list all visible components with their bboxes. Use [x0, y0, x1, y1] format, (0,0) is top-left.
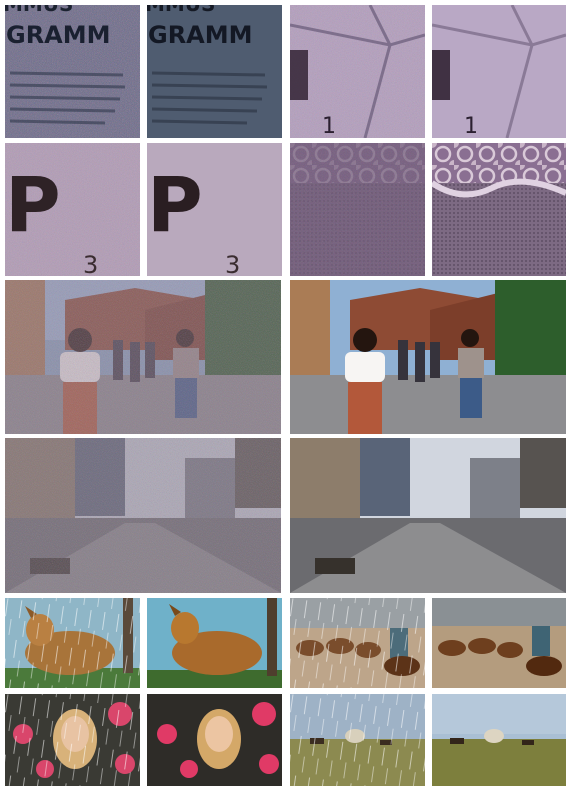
- tile-girl-clean: [147, 694, 282, 786]
- tile-collie-clean: [147, 598, 282, 688]
- tile-letter-sub-clean: 3: [225, 251, 240, 276]
- doc-word: GRAMM: [6, 21, 111, 49]
- tile-wagon-rain: [290, 694, 425, 786]
- tile-cattle-rain: [290, 598, 425, 688]
- tile-tiles-noisy: 1: [290, 5, 425, 138]
- document-clean-image: MMUS GRAMM: [147, 5, 282, 138]
- doc-word-top-clean: MMUS: [147, 5, 215, 16]
- tile-digit-clean: 1: [464, 114, 478, 138]
- cattle-rain-image: [290, 598, 425, 688]
- street-noisy-image: [5, 280, 281, 434]
- letter-clean-image: P 3: [147, 143, 282, 276]
- tile-tiles-clean: 1: [432, 5, 566, 138]
- doc-word-clean: GRAMM: [148, 21, 253, 49]
- tile-street-noisy: [5, 280, 281, 434]
- letter-noisy-image: P 3: [5, 143, 140, 276]
- tile-lace-clean: [432, 143, 566, 276]
- girl-clean-image: [147, 694, 282, 786]
- collie-rain-image: [5, 598, 140, 688]
- boulevard-noisy-image: [5, 438, 281, 593]
- collie-clean-image: [147, 598, 282, 688]
- tile-boulevard-noisy: [5, 438, 281, 593]
- tile-cattle-clean: [432, 598, 566, 688]
- tile-street-clean: [290, 280, 566, 434]
- tile-boulevard-clean: [290, 438, 566, 593]
- tile-girl-rain: [5, 694, 140, 786]
- street-clean-image: [290, 280, 566, 434]
- tile-letter-clean: P: [147, 160, 203, 249]
- tile-digit: 1: [322, 114, 336, 138]
- girl-rain-image: [5, 694, 140, 786]
- lace-clean-image: [432, 143, 566, 276]
- wagon-rain-image: [290, 694, 425, 786]
- tile-letter-clean: P 3: [147, 143, 282, 276]
- tiles-clean-image: 1: [432, 5, 566, 138]
- tile-document-clean: MMUS GRAMM: [147, 5, 282, 138]
- tile-letter-noisy: P 3: [5, 143, 140, 276]
- boulevard-clean-image: [290, 438, 566, 593]
- tile-wagon-clean: [432, 694, 566, 786]
- tile-lace-noisy: [290, 143, 425, 276]
- tiles-noisy-image: 1: [290, 5, 425, 138]
- lace-noisy-image: [290, 143, 425, 276]
- tile-letter-sub: 3: [83, 251, 98, 276]
- doc-word-top: MMUS: [5, 5, 73, 16]
- cattle-clean-image: [432, 598, 566, 688]
- tile-document-noisy: MMUS GRAMM: [5, 5, 140, 138]
- wagon-clean-image: [432, 694, 566, 786]
- document-noisy-image: MMUS GRAMM: [5, 5, 140, 138]
- tile-collie-rain: [5, 598, 140, 688]
- tile-letter: P: [5, 160, 61, 249]
